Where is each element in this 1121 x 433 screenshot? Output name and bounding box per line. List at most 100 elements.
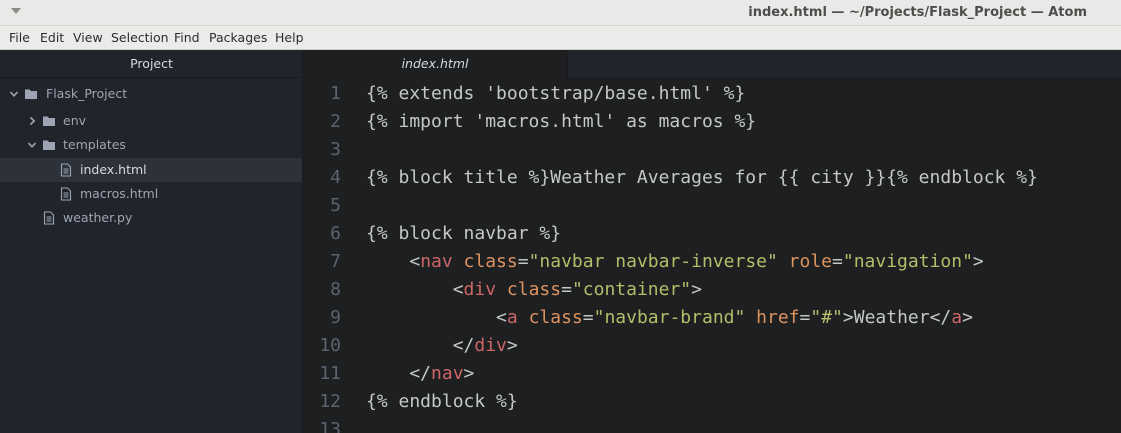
tab-bar: index.html xyxy=(303,50,1121,79)
code-token: {% block navbar %} xyxy=(366,223,562,244)
code-line[interactable]: {% endblock %} xyxy=(366,388,518,416)
line-number: 9 xyxy=(330,307,341,328)
line-number: 10 xyxy=(319,335,341,356)
code-token: a xyxy=(951,307,963,328)
code-token: </ xyxy=(366,335,475,356)
line-number: 1 xyxy=(330,83,341,104)
menu-view[interactable]: View xyxy=(73,30,103,45)
code-token: >Weather</ xyxy=(842,307,952,328)
tree-item-index-html[interactable]: index.html xyxy=(0,158,302,182)
menu-edit[interactable]: Edit xyxy=(40,30,64,45)
code-line[interactable]: <a class="navbar-brand" href="#">Weather… xyxy=(366,304,973,332)
code-token: > xyxy=(962,307,973,328)
tree-view: Project Flask_Project env templates inde… xyxy=(0,50,303,433)
code-token: "navbar navbar-inverse" xyxy=(528,251,778,272)
line-number: 5 xyxy=(330,195,341,216)
tree-view-title: Project xyxy=(0,50,303,78)
code-token: = xyxy=(799,307,811,328)
menu-find[interactable]: Find xyxy=(174,30,200,45)
code-token: > xyxy=(972,251,984,272)
code-line[interactable]: {% block navbar %} xyxy=(366,220,561,248)
file-icon xyxy=(43,211,55,225)
code-token: "navbar-brand" xyxy=(593,307,746,328)
tree-item-label: env xyxy=(63,113,87,128)
line-number: 6 xyxy=(330,223,341,244)
menu-selection[interactable]: Selection xyxy=(111,30,169,45)
line-number: 2 xyxy=(330,111,341,132)
line-number: 11 xyxy=(319,363,341,384)
code-line[interactable]: <div class="container"> xyxy=(366,276,702,304)
code-line[interactable]: </nav> xyxy=(366,360,474,388)
code-token: < xyxy=(366,279,464,300)
code-line[interactable]: {% block title %}Weather Averages for {{… xyxy=(366,164,1038,192)
code-token: > xyxy=(506,335,518,356)
code-token: role xyxy=(788,251,833,272)
folder-icon xyxy=(43,116,55,126)
chevron-down-icon[interactable] xyxy=(9,89,19,99)
tree-item-flask-project[interactable]: Flask_Project xyxy=(0,82,302,106)
text-editor[interactable]: 1 2 3 4 5 6 7 8 9 10 11 12 13 {% extends 'bootstrap/… xyxy=(303,79,1121,433)
file-icon xyxy=(60,187,72,201)
code-token: div xyxy=(474,335,507,356)
window-menu-icon[interactable] xyxy=(11,8,21,14)
line-number: 4 xyxy=(330,167,341,188)
file-icon xyxy=(60,163,72,177)
code-token: {% block title %}Weather Averages for {{… xyxy=(366,167,1038,188)
tree-item-label: weather.py xyxy=(63,210,133,225)
line-number: 8 xyxy=(330,279,341,300)
chevron-down-icon[interactable] xyxy=(27,140,37,150)
code-token: = xyxy=(832,251,843,272)
code-token: class xyxy=(463,251,518,272)
code-line[interactable]: {% import 'macros.html' as macros %} xyxy=(366,108,756,136)
code-token: href xyxy=(756,307,800,328)
code-token: > xyxy=(463,363,475,384)
line-number: 13 xyxy=(319,419,341,433)
code-token: {% extends 'bootstrap/base.html' %} xyxy=(366,83,746,104)
title-bar: index.html — ~/Projects/Flask_Project — … xyxy=(0,0,1121,26)
window-title: index.html — ~/Projects/Flask_Project — … xyxy=(748,5,1087,20)
repo-icon xyxy=(25,89,37,99)
code-token: "#" xyxy=(810,307,843,328)
code-token: a xyxy=(506,307,518,328)
line-number: 7 xyxy=(330,251,341,272)
tree-item-label: templates xyxy=(63,137,126,152)
tree-item-label: index.html xyxy=(80,162,147,177)
tree-item-env[interactable]: env xyxy=(0,109,302,133)
menu-packages[interactable]: Packages xyxy=(209,30,267,45)
code-token: > xyxy=(691,279,702,300)
code-token: nav xyxy=(431,363,464,384)
menu-help[interactable]: Help xyxy=(275,30,304,45)
tree-item-macros-html[interactable]: macros.html xyxy=(0,182,302,206)
code-token: class xyxy=(506,279,562,300)
code-token: </ xyxy=(366,363,432,384)
tree-item-weather-py[interactable]: weather.py xyxy=(0,206,302,230)
code-line[interactable]: {% extends 'bootstrap/base.html' %} xyxy=(366,80,745,108)
code-token: {% import 'macros.html' as macros %} xyxy=(366,111,757,132)
code-token: {% endblock %} xyxy=(366,391,518,412)
code-token: class xyxy=(528,307,583,328)
tree-item-label: macros.html xyxy=(80,186,159,201)
code-token: "navigation" xyxy=(842,251,973,272)
menu-bar: File Edit View Selection Find Packages H… xyxy=(0,26,1121,50)
code-token: = xyxy=(517,251,529,272)
chevron-right-icon[interactable] xyxy=(27,116,37,126)
line-number-gutter: 1 2 3 4 5 6 7 8 9 10 11 12 13 xyxy=(303,79,351,433)
code-token: "container" xyxy=(571,279,692,300)
code-token: div xyxy=(463,279,497,300)
tab-index-html[interactable]: index.html xyxy=(303,50,568,79)
code-token: < xyxy=(366,251,421,272)
line-number: 3 xyxy=(330,139,341,160)
line-number: 12 xyxy=(319,391,341,412)
code-line[interactable]: <nav class="navbar navbar-inverse" role=… xyxy=(366,248,984,276)
code-token: = xyxy=(582,307,594,328)
menu-file[interactable]: File xyxy=(9,30,30,45)
folder-icon xyxy=(43,140,55,150)
tree-item-templates[interactable]: templates xyxy=(0,133,302,157)
code-token: < xyxy=(366,307,507,328)
code-line[interactable]: </div> xyxy=(366,332,518,360)
